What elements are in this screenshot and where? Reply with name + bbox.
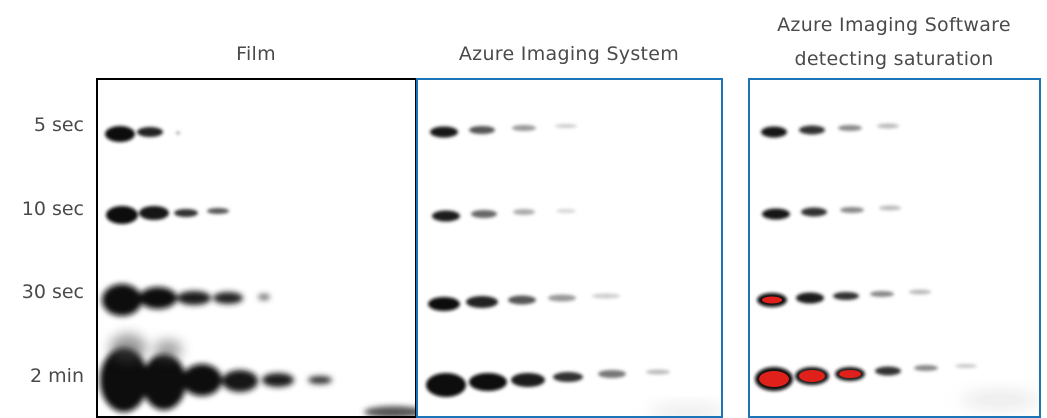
software-row-10-sec: [762, 205, 901, 220]
row-label-2-min: 2 min: [30, 365, 84, 387]
software-background-haze: [960, 390, 1039, 410]
system-row-10-sec: [432, 209, 576, 222]
row-label-10-sec: 10 sec: [21, 198, 84, 220]
software-row-30-sec: [757, 289, 931, 307]
film-row-5-sec: [105, 126, 180, 142]
row-label-30-sec: 30 sec: [21, 281, 84, 303]
system-row-5-sec: [430, 124, 577, 138]
blot-image-system: [426, 124, 721, 416]
system-row-2-min: [426, 369, 670, 397]
panel-title-film: Film: [96, 42, 416, 66]
software-row-5-sec: [761, 123, 899, 138]
panel-title-software-line1: Azure Imaging Software: [777, 14, 1011, 36]
film-row-2-min: [100, 348, 415, 416]
blot-panel-film: [96, 78, 417, 418]
blot-panel-software: [748, 78, 1041, 418]
blot-panel-system: [416, 78, 723, 418]
row-label-5-sec: 5 sec: [33, 114, 84, 136]
saturation-highlight-2-min-lane-3: [839, 370, 861, 378]
saturation-highlight-2-min-lane-2: [799, 370, 825, 382]
panel-title-film-text: Film: [236, 43, 276, 65]
film-smear: [110, 334, 182, 362]
panel-title-software-line2: detecting saturation: [794, 48, 994, 70]
saturation-highlight-2-min-lane-1: [759, 371, 789, 387]
film-row-10-sec: [106, 206, 229, 224]
blot-image-software: [755, 123, 1039, 410]
panel-title-system-text: Azure Imaging System: [458, 43, 680, 65]
panel-title-software: Azure Imaging Software detecting saturat…: [748, 8, 1040, 76]
system-row-30-sec: [428, 293, 620, 311]
film-row-30-sec: [102, 284, 270, 316]
blot-image-film: [100, 126, 415, 416]
panel-title-system: Azure Imaging System: [416, 42, 722, 66]
saturation-highlight-30-sec: [762, 296, 782, 304]
system-background-haze: [648, 404, 721, 416]
